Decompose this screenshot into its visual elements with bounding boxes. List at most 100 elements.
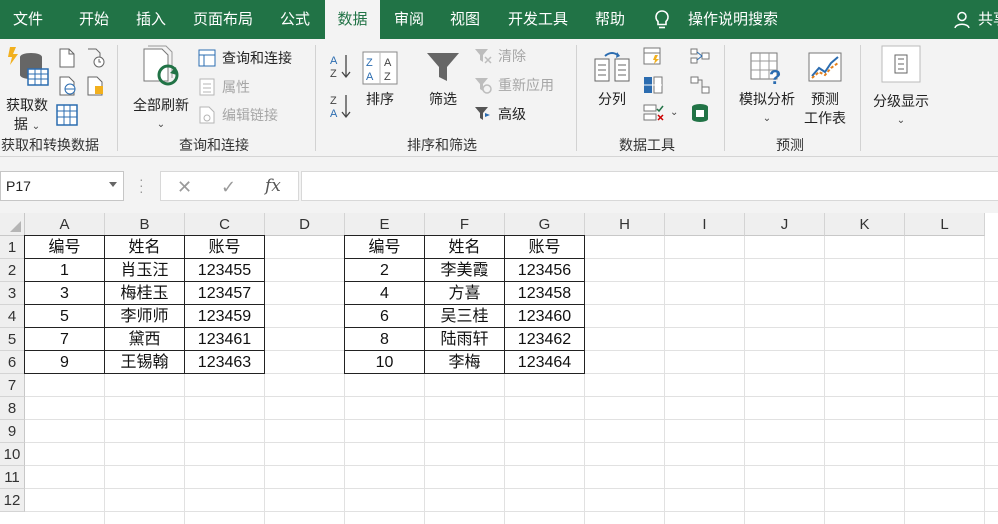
column-header-k[interactable]: K xyxy=(825,213,905,236)
formula-input[interactable] xyxy=(301,171,998,201)
table-cell[interactable]: 123457 xyxy=(184,281,265,305)
refresh-all-button[interactable]: 全部刷新 ⌄ xyxy=(126,45,196,131)
table-header-cell[interactable]: 编号 xyxy=(24,235,105,259)
table-header-cell[interactable]: 姓名 xyxy=(104,235,185,259)
table-cell[interactable]: 123463 xyxy=(184,350,265,374)
table-cell[interactable]: 6 xyxy=(344,304,425,328)
select-all-corner[interactable] xyxy=(0,213,25,236)
row-header-2[interactable]: 2 xyxy=(0,259,25,282)
from-text-csv-icon[interactable] xyxy=(58,48,76,68)
row-header-7[interactable]: 7 xyxy=(0,374,25,397)
tab-file[interactable]: 文件 xyxy=(7,0,49,39)
flash-fill-icon[interactable] xyxy=(643,47,663,65)
table-cell[interactable]: 黛西 xyxy=(104,327,185,351)
table-cell[interactable]: 123458 xyxy=(504,281,585,305)
table-header-cell[interactable]: 账号 xyxy=(504,235,585,259)
row-header-10[interactable]: 10 xyxy=(0,443,25,466)
row-header-6[interactable]: 6 xyxy=(0,351,25,374)
table-cell[interactable]: 5 xyxy=(24,304,105,328)
table-cell[interactable]: 7 xyxy=(24,327,105,351)
forecast-sheet-button[interactable]: 预测 工作表 xyxy=(798,49,852,129)
column-header-d[interactable]: D xyxy=(265,213,345,236)
sort-z-to-a-icon[interactable]: Z A xyxy=(330,93,352,119)
from-web-icon[interactable] xyxy=(58,76,78,96)
tab-view[interactable]: 视图 xyxy=(444,0,486,39)
relationships-icon[interactable] xyxy=(690,76,710,94)
column-header-a[interactable]: A xyxy=(25,213,105,236)
column-header-i[interactable]: I xyxy=(665,213,745,236)
table-cell[interactable]: 王锡翰 xyxy=(104,350,185,374)
table-cell[interactable]: 123459 xyxy=(184,304,265,328)
row-header-12[interactable]: 12 xyxy=(0,489,25,512)
from-table-range-icon[interactable] xyxy=(56,104,78,126)
table-cell[interactable]: 李师师 xyxy=(104,304,185,328)
tab-formulas[interactable]: 公式 xyxy=(274,0,316,39)
table-header-cell[interactable]: 编号 xyxy=(344,235,425,259)
table-cell[interactable]: 吴三桂 xyxy=(424,304,505,328)
table-header-cell[interactable]: 姓名 xyxy=(424,235,505,259)
table-cell[interactable]: 123456 xyxy=(504,258,585,282)
table-cell[interactable]: 肖玉汪 xyxy=(104,258,185,282)
column-header-c[interactable]: C xyxy=(185,213,265,236)
row-header-5[interactable]: 5 xyxy=(0,328,25,351)
data-validation-icon[interactable] xyxy=(643,104,665,122)
cancel-icon[interactable]: ✕ xyxy=(177,177,192,198)
row-header-11[interactable]: 11 xyxy=(0,466,25,489)
row-header-3[interactable]: 3 xyxy=(0,282,25,305)
table-cell[interactable]: 2 xyxy=(344,258,425,282)
insert-function-icon[interactable]: fx xyxy=(265,176,281,196)
remove-duplicates-icon[interactable] xyxy=(643,76,663,94)
column-header-j[interactable]: J xyxy=(745,213,825,236)
tab-review[interactable]: 审阅 xyxy=(388,0,430,39)
tab-insert[interactable]: 插入 xyxy=(130,0,172,39)
chevron-down-icon[interactable] xyxy=(109,182,117,187)
filter-button[interactable]: 筛选 xyxy=(420,49,466,119)
sort-button[interactable]: Z A A Z 排序 xyxy=(358,49,402,119)
table-cell[interactable]: 李美霞 xyxy=(424,258,505,282)
worksheet-grid[interactable]: ABCDEFGHIJKL 1 2 3 4 5 6 7 8 9 10 11 12 编号 姓名 账号 1 肖玉汪 1… xyxy=(0,213,998,524)
sort-a-to-z-icon[interactable]: A Z xyxy=(330,53,352,79)
table-cell[interactable]: 8 xyxy=(344,327,425,351)
column-header-e[interactable]: E xyxy=(345,213,425,236)
enter-check-icon[interactable]: ✓ xyxy=(221,177,236,198)
table-cell[interactable]: 1 xyxy=(24,258,105,282)
tab-developer[interactable]: 开发工具 xyxy=(502,0,574,39)
table-header-cell[interactable]: 账号 xyxy=(184,235,265,259)
recent-sources-icon[interactable] xyxy=(86,48,106,68)
tab-data[interactable]: 数据 xyxy=(325,0,380,39)
column-header-f[interactable]: F xyxy=(425,213,505,236)
tab-page-layout[interactable]: 页面布局 xyxy=(187,0,259,39)
table-cell[interactable]: 方喜 xyxy=(424,281,505,305)
table-cell[interactable]: 123460 xyxy=(504,304,585,328)
formula-bar-grip-icon[interactable]: · · · xyxy=(139,172,144,198)
table-cell[interactable]: 10 xyxy=(344,350,425,374)
tab-home[interactable]: 开始 xyxy=(73,0,115,39)
get-data-button[interactable]: 获取数 据 ⌄ xyxy=(2,45,52,132)
column-header-h[interactable]: H xyxy=(585,213,665,236)
table-cell[interactable]: 123462 xyxy=(504,327,585,351)
table-cell[interactable]: 陆雨轩 xyxy=(424,327,505,351)
row-header-4[interactable]: 4 xyxy=(0,305,25,328)
outline-button[interactable]: 分级显示 ⌄ xyxy=(866,45,936,131)
text-to-columns-button[interactable]: 分列 xyxy=(590,49,634,119)
table-cell[interactable]: 123455 xyxy=(184,258,265,282)
row-header-1[interactable]: 1 xyxy=(0,236,25,259)
table-cell[interactable]: 梅桂玉 xyxy=(104,281,185,305)
column-header-l[interactable]: L xyxy=(905,213,985,236)
what-if-analysis-button[interactable]: ? 模拟分析 ⌄ xyxy=(734,49,800,129)
row-header-9[interactable]: 9 xyxy=(0,420,25,443)
table-cell[interactable]: 3 xyxy=(24,281,105,305)
table-cell[interactable]: 123461 xyxy=(184,327,265,351)
data-model-icon[interactable] xyxy=(690,103,710,123)
table-cell[interactable]: 123464 xyxy=(504,350,585,374)
column-header-g[interactable]: G xyxy=(505,213,585,236)
existing-connections-icon[interactable] xyxy=(86,76,106,96)
table-cell[interactable]: 李梅 xyxy=(424,350,505,374)
tab-help[interactable]: 帮助 xyxy=(589,0,631,39)
table-cell[interactable]: 4 xyxy=(344,281,425,305)
data-validation-caret[interactable]: ⌄ xyxy=(670,107,678,118)
row-header-8[interactable]: 8 xyxy=(0,397,25,420)
table-cell[interactable]: 9 xyxy=(24,350,105,374)
column-header-b[interactable]: B xyxy=(105,213,185,236)
consolidate-icon[interactable] xyxy=(690,47,710,65)
